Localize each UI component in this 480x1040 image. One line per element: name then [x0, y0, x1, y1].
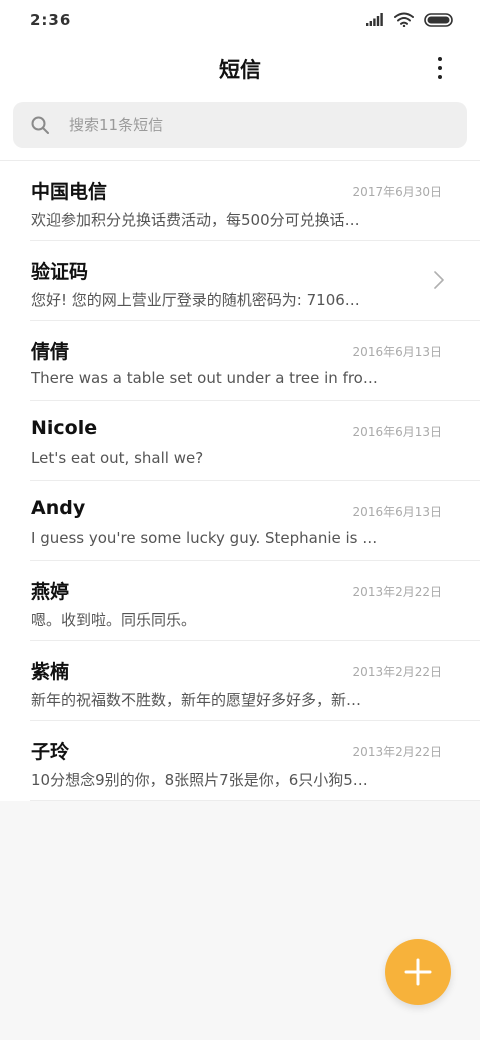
new-message-button[interactable]: [385, 939, 451, 1005]
message-preview: 10分想念9别的你，8张照片7张是你，6只小狗5…: [31, 771, 368, 789]
message-preview: 嗯。收到啦。同乐同乐。: [31, 611, 197, 629]
search-wrap: [0, 94, 480, 160]
message-row-china-telecom[interactable]: 中国电信 2017年6月30日 欢迎参加积分兑换话费活动，每500分可兑换话…: [0, 161, 480, 241]
message-date: 2017年6月30日: [352, 185, 442, 199]
message-row-yanting[interactable]: 燕婷 2013年2月22日 嗯。收到啦。同乐同乐。: [0, 561, 480, 641]
more-vertical-icon-dot: [438, 66, 442, 70]
message-preview: Let's eat out, shall we?: [31, 449, 204, 467]
sms-screen: 2:36 短信 搜索11条短信 中国电信 2017年6月30日 欢迎参加积分兑换…: [0, 0, 480, 1040]
page-title: 短信: [219, 58, 261, 82]
more-vertical-icon: [438, 57, 442, 61]
battery-icon: [424, 12, 453, 27]
message-date: 2016年6月13日: [352, 345, 442, 359]
message-preview: I guess you're some lucky guy. Stephanie…: [31, 529, 378, 547]
message-row-qianqian[interactable]: 倩倩 2016年6月13日 There was a table set out …: [0, 321, 480, 401]
more-vertical-icon-dot: [438, 75, 442, 79]
message-row-nicole[interactable]: Nicole 2016年6月13日 Let's eat out, shall w…: [0, 401, 480, 481]
message-row-zinan[interactable]: 紫楠 2013年2月22日 新年的祝福数不胜数，新年的愿望好多好多，新…: [0, 641, 480, 721]
status-icons: [366, 12, 454, 27]
top-area: 2:36 短信 搜索11条短信: [0, 0, 480, 160]
search-icon: [31, 116, 49, 134]
message-sender: 中国电信: [31, 181, 108, 203]
message-date: 2016年6月13日: [352, 425, 442, 439]
app-bar: 短信: [0, 44, 480, 94]
message-sender: Nicole: [31, 417, 98, 439]
more-options-button[interactable]: [424, 52, 456, 84]
message-row-verification-code[interactable]: 验证码 您好! 您的网上营业厅登录的随机密码为: 7106…: [0, 241, 480, 321]
message-preview: 新年的祝福数不胜数，新年的愿望好多好多，新…: [31, 691, 362, 709]
plus-icon: [404, 958, 432, 986]
message-sender: 子玲: [31, 741, 70, 763]
message-sender: 验证码: [31, 261, 89, 283]
message-row-andy[interactable]: Andy 2016年6月13日 I guess you're some luck…: [0, 481, 480, 561]
message-row-ziling[interactable]: 子玲 2013年2月22日 10分想念9别的你，8张照片7张是你，6只小狗5…: [0, 721, 480, 801]
message-date: 2013年2月22日: [352, 745, 442, 759]
message-date: 2016年6月13日: [352, 505, 442, 519]
message-date: 2013年2月22日: [352, 585, 442, 599]
message-sender: 紫楠: [31, 661, 70, 683]
signal-icon: [366, 13, 383, 26]
message-date: 2013年2月22日: [352, 665, 442, 679]
status-time: 2:36: [30, 11, 72, 29]
wifi-icon: [394, 12, 414, 27]
message-sender: Andy: [31, 497, 86, 519]
search-input[interactable]: [67, 115, 431, 135]
message-preview: 您好! 您的网上营业厅登录的随机密码为: 7106…: [31, 291, 360, 309]
message-sender: 倩倩: [31, 341, 70, 363]
status-bar: 2:36: [0, 0, 480, 44]
search-bar[interactable]: [13, 102, 467, 148]
message-preview: There was a table set out under a tree i…: [31, 369, 378, 387]
message-preview: 欢迎参加积分兑换话费活动，每500分可兑换话…: [31, 211, 360, 229]
message-list: 中国电信 2017年6月30日 欢迎参加积分兑换话费活动，每500分可兑换话… …: [0, 161, 480, 801]
message-sender: 燕婷: [31, 581, 70, 603]
chevron-right-icon: [434, 271, 444, 289]
